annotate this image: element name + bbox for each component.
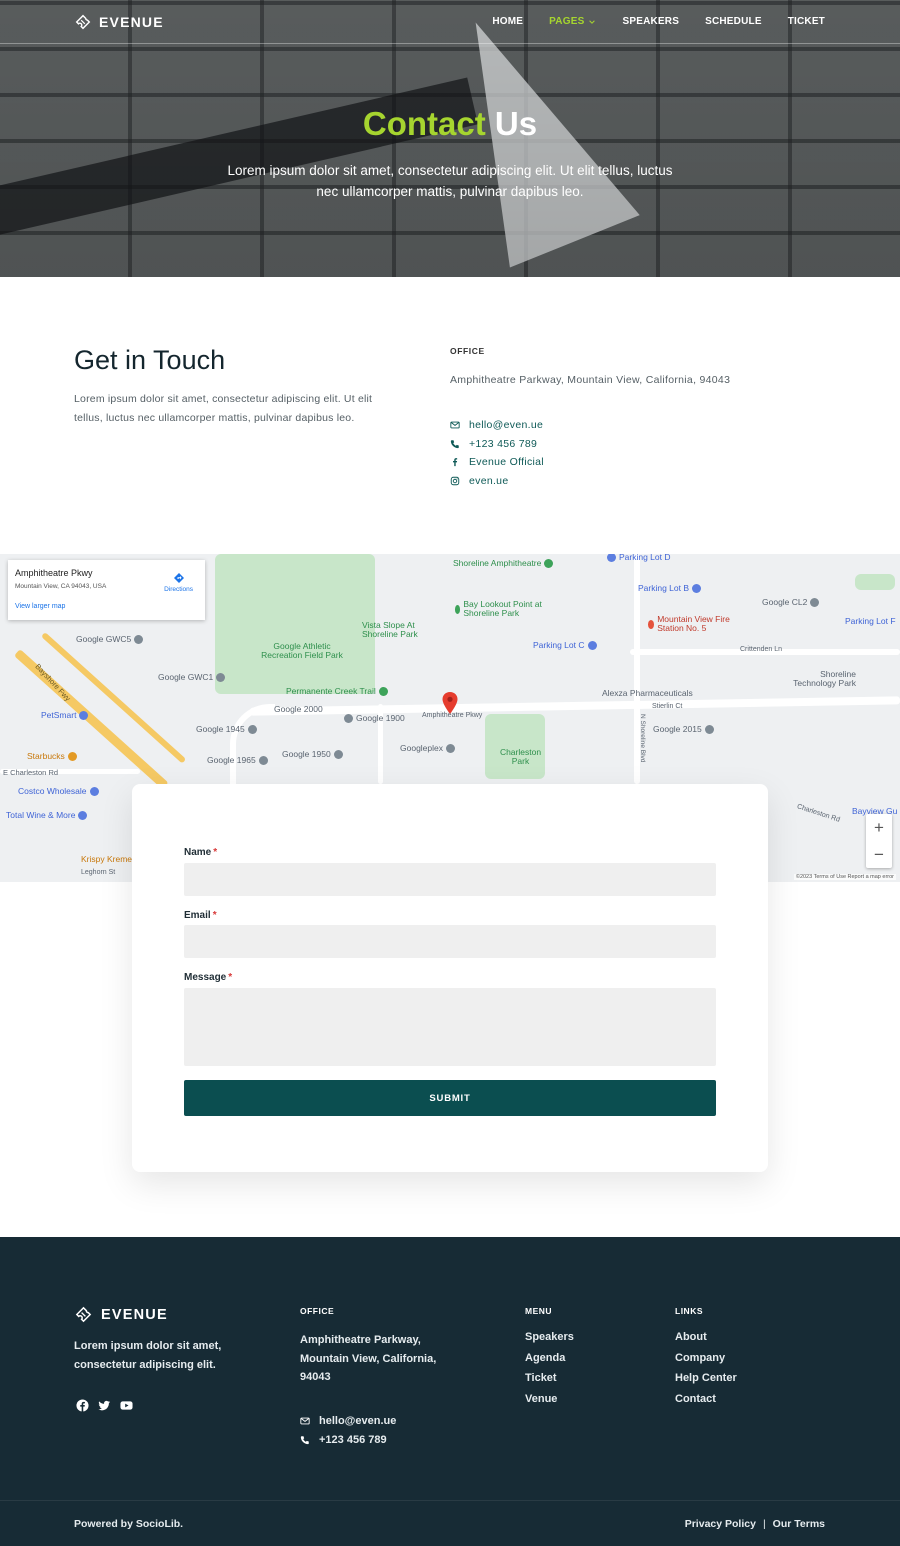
footer-description: Lorem ipsum dolor sit amet, consectetur … <box>74 1340 222 1371</box>
map-zoom-controls: + − <box>866 814 892 868</box>
get-in-touch-heading: Get in Touch <box>74 345 226 375</box>
footer-menu-venue[interactable]: Venue <box>525 1393 574 1414</box>
footer-menu-list: Speakers Agenda Ticket Venue <box>525 1331 574 1413</box>
phone-icon <box>450 440 459 448</box>
footer-contact-list: hello@even.ue +123 456 789 <box>300 1412 396 1449</box>
footer-bottom-bar: Powered by SocioLib. Privacy Policy | Ou… <box>0 1500 900 1546</box>
name-input[interactable] <box>184 863 716 896</box>
envelope-icon <box>450 421 460 429</box>
ticket-icon <box>75 14 91 30</box>
office-label: OFFICE <box>450 346 485 356</box>
footer-link-company[interactable]: Company <box>675 1352 737 1373</box>
envelope-icon <box>300 1417 310 1425</box>
legal-separator: | <box>762 1518 766 1530</box>
footer-links-heading: LINKS <box>675 1306 703 1316</box>
footer-link-help-center[interactable]: Help Center <box>675 1372 737 1393</box>
footer-menu-speakers[interactable]: Speakers <box>525 1331 574 1352</box>
contact-info-section: Get in Touch Lorem ipsum dolor sit amet,… <box>0 277 900 554</box>
twitter-icon[interactable] <box>98 1399 111 1412</box>
email-label: Email * <box>184 910 217 921</box>
legal-links: Privacy Policy | Our Terms <box>685 1518 825 1530</box>
footer-logo[interactable]: EVENUE <box>74 1305 168 1324</box>
zoom-out-button[interactable]: − <box>866 841 892 868</box>
map-attribution[interactable]: ©2023 Terms of Use Report a map error <box>793 874 896 880</box>
footer-links-list: About Company Help Center Contact <box>675 1331 737 1413</box>
phone-icon <box>300 1436 309 1444</box>
message-textarea[interactable] <box>184 988 716 1066</box>
footer-brand-name: EVENUE <box>101 1306 168 1323</box>
email-input[interactable] <box>184 925 716 958</box>
brand-name: EVENUE <box>99 14 164 30</box>
hero-banner: EVENUE HOME PAGES SPEAKERS SCHEDULE TICK… <box>0 0 900 277</box>
map-place-card: Amphitheatre Pkwy Mountain View, CA 9404… <box>8 560 205 620</box>
name-label: Name * <box>184 847 218 858</box>
nav-home[interactable]: HOME <box>492 16 523 27</box>
contact-phone[interactable]: +123 456 789 <box>450 435 544 454</box>
youtube-icon[interactable] <box>120 1399 133 1412</box>
footer-menu-ticket[interactable]: Ticket <box>525 1372 574 1393</box>
powered-by-text: Powered by SocioLib. <box>74 1518 184 1530</box>
contact-facebook[interactable]: Evenue Official <box>450 453 544 472</box>
footer-office-heading: OFFICE <box>300 1306 335 1316</box>
footer-office-address: Amphitheatre Parkway, Mountain View, Cal… <box>300 1334 437 1383</box>
page-title: Contact Us <box>362 105 538 142</box>
message-label: Message * <box>184 972 233 983</box>
office-address: Amphitheatre Parkway, Mountain View, Cal… <box>450 374 731 386</box>
facebook-icon <box>453 458 458 467</box>
zoom-in-button[interactable]: + <box>866 814 892 841</box>
our-terms-link[interactable]: Our Terms <box>773 1518 825 1530</box>
get-in-touch-description: Lorem ipsum dolor sit amet, consectetur … <box>74 393 373 424</box>
contact-instagram[interactable]: even.ue <box>450 472 544 491</box>
nav-pages[interactable]: PAGES <box>549 16 596 27</box>
footer-email[interactable]: hello@even.ue <box>300 1412 396 1431</box>
map-pin-icon[interactable] <box>442 692 458 714</box>
footer-menu-agenda[interactable]: Agenda <box>525 1352 574 1373</box>
facebook-icon[interactable] <box>76 1399 89 1412</box>
view-larger-map-link[interactable]: View larger map <box>15 603 198 610</box>
main-menu: HOME PAGES SPEAKERS SCHEDULE TICKET <box>492 16 825 27</box>
directions-icon <box>173 573 184 583</box>
chevron-down-icon <box>589 19 596 24</box>
site-footer: EVENUE Lorem ipsum dolor sit amet, conse… <box>0 1237 900 1546</box>
directions-button[interactable]: Directions <box>164 572 193 593</box>
footer-phone[interactable]: +123 456 789 <box>300 1431 396 1450</box>
contact-form: Name * Email * Message * SUBMIT <box>132 784 768 1172</box>
nav-schedule[interactable]: SCHEDULE <box>705 16 762 27</box>
footer-menu-heading: MENU <box>525 1306 553 1316</box>
instagram-icon <box>450 476 460 485</box>
social-links <box>76 1399 133 1412</box>
hero-subtitle: Lorem ipsum dolor sit amet, consectetur … <box>227 163 673 199</box>
contact-email[interactable]: hello@even.ue <box>450 416 544 435</box>
ticket-icon <box>75 1306 92 1323</box>
contact-list: hello@even.ue +123 456 789 Evenue Offici… <box>450 416 544 490</box>
nav-ticket[interactable]: TICKET <box>788 16 825 27</box>
privacy-policy-link[interactable]: Privacy Policy <box>685 1518 756 1530</box>
submit-button[interactable]: SUBMIT <box>184 1080 716 1116</box>
top-navigation: EVENUE HOME PAGES SPEAKERS SCHEDULE TICK… <box>0 0 900 44</box>
footer-link-contact[interactable]: Contact <box>675 1393 737 1414</box>
nav-speakers[interactable]: SPEAKERS <box>622 16 679 27</box>
footer-link-about[interactable]: About <box>675 1331 737 1352</box>
brand-logo[interactable]: EVENUE <box>74 13 164 31</box>
